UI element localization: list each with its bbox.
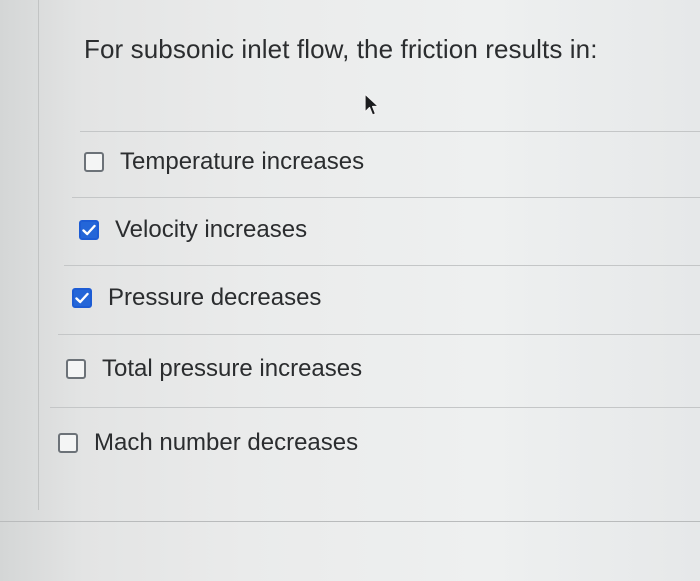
mouse-pointer-icon xyxy=(364,93,380,116)
divider xyxy=(50,407,700,408)
option-label: Temperature increases xyxy=(120,148,365,175)
checkmark-icon xyxy=(82,224,96,236)
option-label: Pressure decreases xyxy=(108,284,322,311)
option-total-pressure-increases[interactable]: Total pressure increases xyxy=(66,355,362,383)
option-velocity-increases[interactable]: Velocity increases xyxy=(79,216,307,244)
divider xyxy=(64,265,700,266)
divider xyxy=(72,197,700,198)
checkmark-icon xyxy=(75,292,89,304)
option-label: Velocity increases xyxy=(115,216,308,243)
question-text: For subsonic inlet flow, the friction re… xyxy=(84,34,598,64)
checkbox-unchecked[interactable] xyxy=(84,152,104,172)
option-label: Mach number decreases xyxy=(94,429,359,456)
option-pressure-decreases[interactable]: Pressure decreases xyxy=(72,284,321,312)
divider xyxy=(58,334,700,335)
checkbox-checked[interactable] xyxy=(79,220,99,240)
checkbox-unchecked[interactable] xyxy=(58,433,78,453)
divider xyxy=(80,131,700,132)
left-border xyxy=(38,0,39,510)
option-mach-number-decreases[interactable]: Mach number decreases xyxy=(58,429,358,457)
option-temperature-increases[interactable]: Temperature increases xyxy=(84,148,364,176)
checkbox-unchecked[interactable] xyxy=(66,359,86,379)
checkbox-checked[interactable] xyxy=(72,288,92,308)
option-label: Total pressure increases xyxy=(102,355,363,382)
bottom-divider xyxy=(0,521,700,522)
quiz-question-panel: For subsonic inlet flow, the friction re… xyxy=(0,0,700,581)
